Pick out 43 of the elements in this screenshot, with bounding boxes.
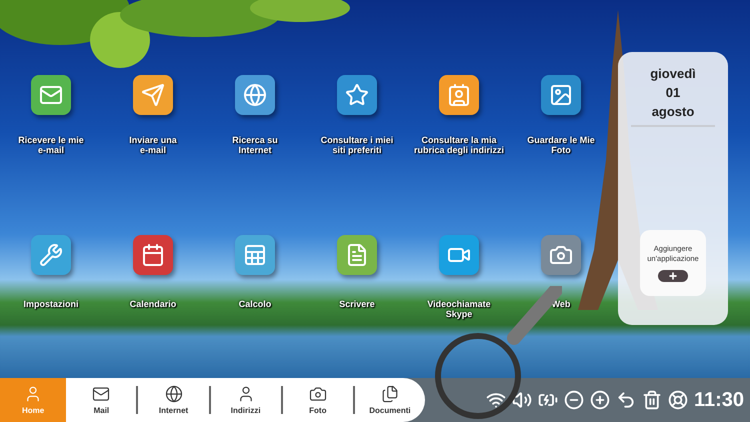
app-label[interactable]: Ricerca su Internet xyxy=(232,135,278,156)
globe-icon xyxy=(164,385,183,403)
speaker-icon[interactable] xyxy=(512,390,532,410)
zoom-in-icon[interactable] xyxy=(590,390,610,410)
globe-icon[interactable] xyxy=(235,75,275,115)
clock-text: 11:30 xyxy=(694,388,744,412)
app-label[interactable]: Calendario xyxy=(130,299,176,310)
app-label[interactable]: Scrivere xyxy=(339,299,375,310)
taskbar-button[interactable]: Internet xyxy=(138,378,209,422)
app-label[interactable]: Videochiamate Skype xyxy=(427,299,491,320)
documents-icon xyxy=(380,385,399,403)
envelope-icon[interactable] xyxy=(31,75,71,115)
calendar-icon[interactable] xyxy=(133,235,173,275)
app-label[interactable]: Consultare la mia rubrica degli indirizzi xyxy=(414,135,504,156)
photo-icon[interactable] xyxy=(541,75,581,115)
wrench-icon[interactable] xyxy=(31,235,71,275)
contact-card-icon[interactable] xyxy=(439,75,479,115)
taskbar-button[interactable]: Foto xyxy=(282,378,353,422)
camera-icon xyxy=(308,385,327,403)
undo-icon[interactable] xyxy=(616,390,636,410)
app-label[interactable]: Calcolo xyxy=(238,299,272,310)
zoom-out-icon[interactable] xyxy=(564,390,584,410)
weekday-text: giovedì xyxy=(650,65,696,83)
add-app-button[interactable] xyxy=(658,270,688,282)
plus-icon xyxy=(668,270,678,281)
document-icon[interactable] xyxy=(337,235,377,275)
webcam-icon[interactable] xyxy=(541,235,581,275)
taskbar-button[interactable]: Indirizzi xyxy=(210,378,281,422)
date-text: 01 xyxy=(666,84,680,102)
video-call-icon[interactable] xyxy=(439,235,479,275)
envelope-icon xyxy=(92,385,110,403)
app-label[interactable]: Impostazioni xyxy=(23,299,78,310)
trash-icon[interactable] xyxy=(642,390,662,410)
app-label[interactable]: Inviare una e-mail xyxy=(129,135,177,156)
app-label[interactable]: Ricevere le mie e-mail xyxy=(18,135,84,156)
send-icon[interactable] xyxy=(133,75,173,115)
month-text: agosto xyxy=(652,103,694,121)
spreadsheet-icon[interactable] xyxy=(235,235,275,275)
lifebuoy-icon[interactable] xyxy=(668,390,688,410)
app-label[interactable]: Consultare i miei siti preferiti xyxy=(320,135,394,156)
taskbar-button[interactable]: Documenti xyxy=(354,378,426,422)
app-label[interactable]: Guardare le Mie Foto xyxy=(527,135,595,156)
taskbar-button[interactable]: Mail xyxy=(66,378,136,422)
